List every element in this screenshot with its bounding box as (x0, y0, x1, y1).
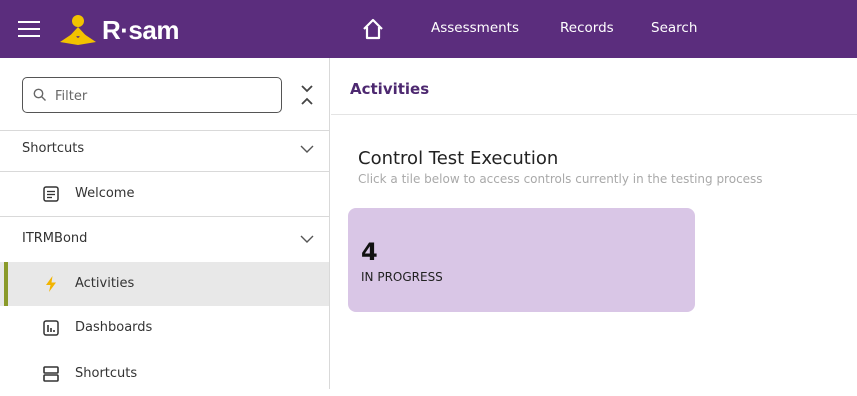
lightning-icon (46, 276, 56, 292)
section-title: Control Test Execution (358, 148, 559, 169)
collapse-all-icon[interactable] (296, 82, 318, 108)
section-itrmbond[interactable]: ITRMBond (0, 221, 329, 257)
sidebar: Shortcuts Welcome ITRMBond Activities Da… (0, 58, 330, 389)
nav-assessments[interactable]: Assessments (431, 20, 519, 36)
section-subtitle: Click a tile below to access controls cu… (358, 172, 763, 186)
logo-text: R·sam (102, 15, 179, 45)
search-icon (33, 88, 46, 101)
rsam-logo[interactable]: R·sam (58, 14, 208, 46)
chevron-down-icon (300, 235, 314, 243)
menu-icon[interactable] (18, 20, 40, 38)
section-label: Shortcuts (22, 141, 85, 156)
sidebar-item-label: Dashboards (75, 320, 153, 335)
in-progress-tile[interactable]: 4 IN PROGRESS (348, 208, 695, 312)
sidebar-item-label: Activities (75, 276, 135, 291)
sidebar-item-label: Welcome (75, 186, 135, 201)
sidebar-item-dashboards[interactable]: Dashboards (0, 306, 329, 350)
section-shortcuts[interactable]: Shortcuts (0, 131, 329, 167)
filter-input[interactable] (55, 86, 275, 106)
page-header: Activities (331, 58, 857, 115)
tile-label: IN PROGRESS (361, 270, 443, 284)
sidebar-item-label: Shortcuts (75, 366, 138, 381)
sidebar-item-shortcuts[interactable]: Shortcuts (0, 352, 329, 396)
main-content: Activities Control Test Execution Click … (331, 58, 857, 389)
home-icon[interactable] (361, 17, 385, 41)
dashboard-icon (43, 320, 59, 336)
sidebar-item-welcome[interactable]: Welcome (0, 172, 329, 216)
document-icon (43, 186, 59, 202)
filter-field[interactable] (22, 77, 282, 113)
shortcuts-icon (43, 366, 59, 382)
tile-count: 4 (361, 238, 378, 266)
chevron-down-icon (300, 145, 314, 153)
logo-mark-icon (60, 15, 96, 45)
sidebar-item-activities[interactable]: Activities (0, 262, 329, 306)
page-title: Activities (350, 80, 430, 98)
nav-records[interactable]: Records (560, 20, 614, 36)
divider (0, 216, 329, 217)
section-label: ITRMBond (22, 231, 88, 246)
nav-search[interactable]: Search (651, 20, 697, 36)
top-navigation-bar: R·sam Assessments Records Search (0, 0, 857, 58)
